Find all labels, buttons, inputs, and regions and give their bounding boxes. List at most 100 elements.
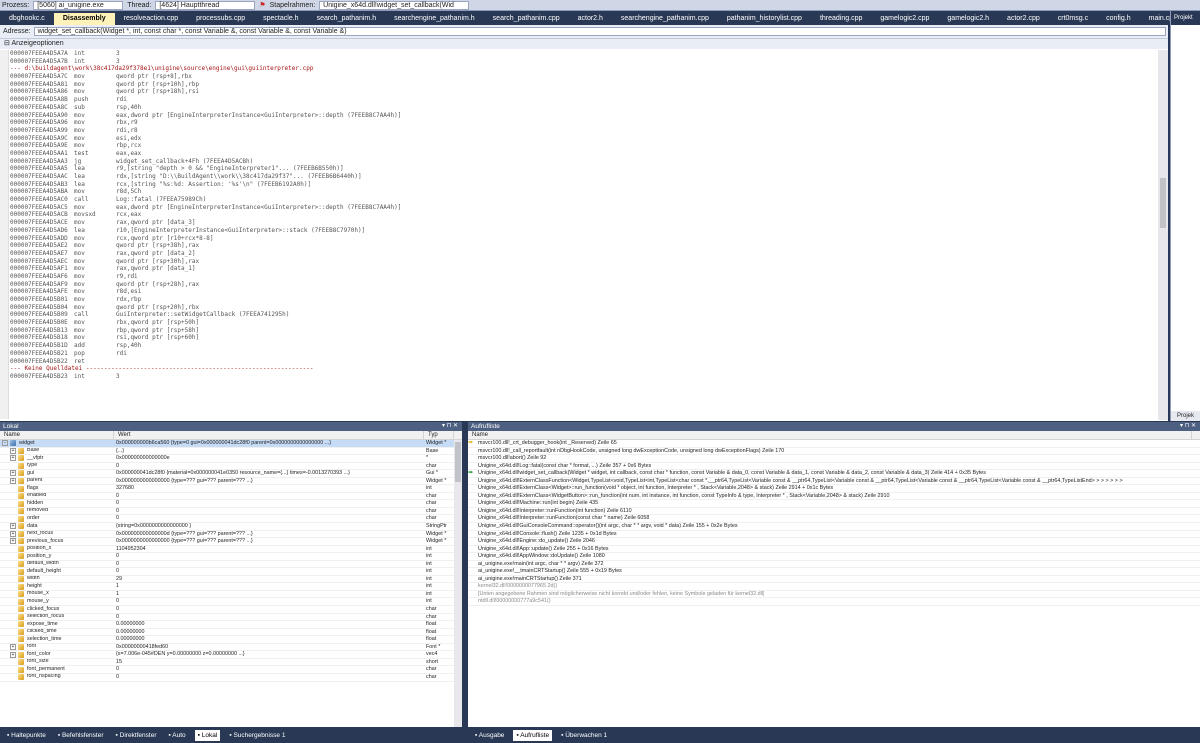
locals-row[interactable]: default_width 0 int [0, 561, 462, 569]
callstack-row[interactable]: ai_unigine.exe!main(int argc, char * * a… [468, 561, 1200, 569]
local-value[interactable]: 0 [114, 500, 424, 507]
locals-row[interactable]: mouse_y 0 int [0, 598, 462, 607]
local-value[interactable]: 327680 [114, 485, 424, 492]
callstack-row[interactable]: Unigine_x64d.dll!Console::flush() Zeile … [468, 531, 1200, 539]
asm-line[interactable]: 000007FEEA4D5B09 call GuiInterpreter::setW… [10, 311, 1156, 319]
asm-line[interactable]: 000007FEEA4D5B01 mov rdx,rbp [10, 296, 1156, 304]
callstack-row[interactable]: Unigine_x64d.dll!Machine::run(int begin)… [468, 500, 1200, 508]
callstack-row[interactable]: kernel32.dll!0000000077965 2d() [468, 583, 1200, 591]
document-tab[interactable]: search_pathanim.h [308, 13, 386, 25]
locals-row[interactable]: height 1 int [0, 583, 462, 591]
document-tab[interactable]: searchengine_pathanim.cpp [612, 13, 718, 25]
expand-toggle-icon[interactable]: + [10, 455, 16, 462]
asm-line[interactable]: 000007FEEA4D5AA5 lea r9,[string "depth > 0… [10, 165, 1156, 173]
locals-row[interactable]: clicked_focus 0 char [0, 606, 462, 614]
asm-line[interactable]: 000007FEEA4D5AF9 mov qword ptr [rsp+28h],r… [10, 281, 1156, 289]
locals-row[interactable]: hidden 0 char [0, 500, 462, 508]
locals-row[interactable]: width 29 int [0, 576, 462, 584]
callstack-row[interactable]: msvcr100.dll!abort() Zeile 92 [468, 455, 1200, 463]
expand-toggle-icon[interactable]: + [10, 644, 16, 651]
document-tab[interactable]: actor2.cpp [998, 13, 1049, 25]
locals-row[interactable]: type 0 char [0, 463, 462, 471]
local-value[interactable]: 29 [114, 576, 424, 583]
callstack-row[interactable]: Unigine_x64d.dll!App::update() Zeile 255… [468, 546, 1200, 554]
locals-row[interactable]: removed 0 char [0, 508, 462, 516]
local-value[interactable]: 0 [114, 561, 424, 568]
window-controls[interactable]: ▾ ⊓ ✕ [442, 422, 458, 431]
asm-line[interactable]: 000007FEEA4D5ACE mov rax,qword ptr [data_3… [10, 219, 1156, 227]
callstack-row[interactable]: msvcr100.dll!_call_reportfault(int nDbgH… [468, 448, 1200, 456]
local-value[interactable]: 0 [114, 614, 424, 621]
callstack-row[interactable]: Unigine_x64d.dll!ExternClass<Widget>::ru… [468, 485, 1200, 493]
locals-row[interactable]: + Base {...} Base [0, 448, 462, 456]
tool-tab[interactable]: ▪ Auto [166, 730, 189, 741]
asm-line[interactable]: 000007FEEA4D5AF1 mov rax,qword ptr [data_1… [10, 265, 1156, 273]
asm-line[interactable]: 000007FEEA4D5AA3 jg widget_set_callback+4F… [10, 158, 1156, 166]
locals-row[interactable]: + gui 0x000000041dc28f0 {material=0x000000… [0, 470, 462, 478]
local-value[interactable]: 0x0000000000000000 {type=??? gui=??? par… [114, 478, 424, 485]
local-value[interactable]: 0 [114, 493, 424, 500]
callstack-row[interactable]: ntdll.dll!00000000777a9c541() [468, 598, 1200, 607]
local-value[interactable]: 0 [114, 666, 424, 673]
source-separator-line[interactable]: --- d:\buildagent\work\38c417da29f378e1\… [10, 65, 1156, 73]
locals-row[interactable]: + font 0x00000000418fed60 Font * [0, 644, 462, 652]
asm-line[interactable]: 000007FEEA4D5AE2 mov qword ptr [rsp+38h],r… [10, 242, 1156, 250]
document-tab[interactable]: threading.cpp [811, 13, 871, 25]
disassembly-scrollbar[interactable] [1158, 50, 1168, 420]
asm-line[interactable]: 000007FEEA4D5AD6 lea r10,[EngineInterprete… [10, 227, 1156, 235]
locals-row[interactable]: font_permanent 0 char [0, 666, 462, 674]
expand-toggle-icon[interactable]: + [10, 523, 16, 530]
local-value[interactable]: 0 [114, 553, 424, 560]
expand-toggle-icon[interactable]: + [10, 478, 16, 484]
local-value[interactable]: 0 [114, 606, 424, 613]
asm-line[interactable]: 000007FEEA4D5AB3 lea rcx,[string "%s:%d: A… [10, 181, 1156, 189]
column-header-name[interactable]: Name [468, 431, 1192, 439]
asm-line[interactable]: 000007FEEA4D5B1D add rsp,40h [10, 342, 1156, 350]
asm-line[interactable]: 000007FEEA4D5A81 mov qword ptr [rsp+10h],r… [10, 81, 1156, 89]
local-value[interactable]: 0.00000000 [114, 621, 424, 628]
stack-frame-dropdown[interactable]: Unigine_x64d.dll!widget_set_callback(Wid [319, 0, 470, 10]
callstack-row[interactable]: Unigine_x64d.dll!GuiConsoleCommand::oper… [468, 523, 1200, 531]
locals-row[interactable]: expose_time 0.00000000 float [0, 621, 462, 629]
local-value[interactable]: {...} [114, 448, 424, 455]
callstack-row[interactable]: Unigine_x64d.dll!Interpreter::runFunctio… [468, 515, 1200, 524]
locals-row[interactable]: + font_color {x=7.006e-045#DEN y=0.0000000… [0, 651, 462, 659]
expand-toggle-icon[interactable]: - [2, 440, 8, 447]
asm-line[interactable]: 000007FEEA4D5B04 mov qword ptr [rsp+20h],r… [10, 304, 1156, 312]
asm-line[interactable]: 000007FEEA4D5AAC lea rdx,[string "D:\\Buil… [10, 173, 1156, 181]
document-tab[interactable]: resolveaction.cpp [115, 13, 187, 25]
asm-line[interactable]: 000007FEEA4D5B13 mov rbp,qword ptr [rsp+58… [10, 327, 1156, 335]
document-tab[interactable]: processubs.cpp [187, 13, 254, 25]
asm-line[interactable]: 000007FEEA4D5AC5 mov eax,dword ptr [Engine… [10, 204, 1156, 212]
asm-line[interactable]: 000007FEEA4D5A99 mov rdi,r8 [10, 127, 1156, 135]
column-header-value[interactable]: Wert [114, 431, 424, 439]
solution-explorer-title[interactable]: Projekt [1171, 11, 1200, 25]
locals-row[interactable]: selection_time 0.00000000 float [0, 636, 462, 644]
tool-tab[interactable]: ▪ Direktfenster [113, 730, 160, 741]
locals-row[interactable]: + next_focus 0x000000000000000d {type=??? … [0, 531, 462, 539]
asm-line[interactable]: 000007FEEA4D5AE7 mov rax,qword ptr [data_2… [10, 250, 1156, 258]
document-tab[interactable]: spectacle.h [254, 13, 307, 25]
breakpoint-gutter[interactable] [0, 50, 9, 419]
document-tab[interactable]: dbghookc.c [0, 13, 54, 25]
asm-line[interactable]: 000007FEEA4D5A7A int 3 [10, 50, 1156, 58]
callstack-row[interactable]: Unigine_x64d.dll!ExternClassFunction<Wid… [468, 478, 1200, 486]
panel-splitter[interactable] [462, 422, 468, 743]
locals-row[interactable]: flags 327680 int [0, 485, 462, 493]
document-tab[interactable]: crt0msg.c [1049, 13, 1097, 25]
asm-line[interactable]: 000007FEEA4D5AF6 mov r9,rdi [10, 273, 1156, 281]
local-value[interactable]: 1 [114, 591, 424, 598]
expand-toggle-icon[interactable]: + [10, 447, 16, 454]
local-value[interactable]: {x=7.006e-045#DEN y=0.00000000 z=0.00000… [114, 651, 424, 658]
local-value[interactable]: 0x000000000000000e [114, 455, 424, 462]
asm-line[interactable]: 000007FEEA4D5A90 mov eax,dword ptr [Engine… [10, 112, 1156, 120]
callstack-row[interactable]: ai_unigine.exe!__tmainCRTStartup() Zeile… [468, 568, 1200, 576]
locals-row[interactable]: order 0 char [0, 515, 462, 524]
scroll-thumb[interactable] [1160, 178, 1166, 228]
locals-row[interactable]: selection_focus 0 char [0, 614, 462, 622]
tool-tab[interactable]: ▪ Überwachen 1 [558, 730, 610, 741]
tool-tab[interactable]: ▪ Ausgabe [472, 730, 507, 741]
callstack-row[interactable]: Unigine_x64d.dll!Engine::do_update() Zei… [468, 538, 1200, 546]
asm-line[interactable]: 000007FEEA4D5A86 mov qword ptr [rsp+18h],r… [10, 88, 1156, 96]
callstack-row[interactable]: ➡ msvcr100.dll!_crt_debugger_hook(int _Re… [468, 440, 1200, 448]
